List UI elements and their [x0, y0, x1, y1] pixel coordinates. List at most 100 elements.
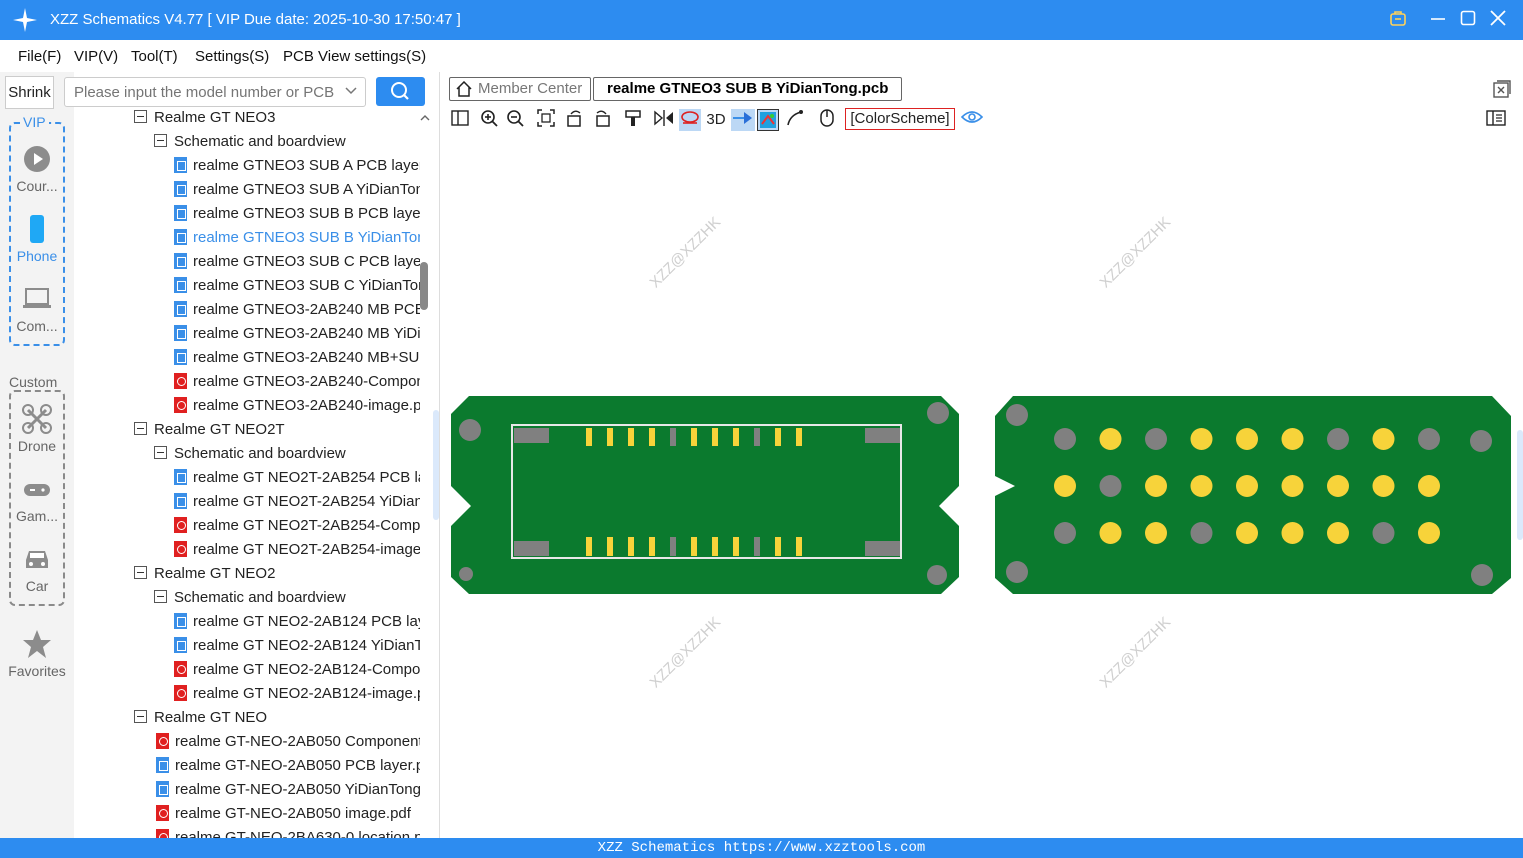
close-button[interactable] [1487, 9, 1509, 31]
connector-pin[interactable] [775, 537, 781, 556]
tree-file-item[interactable]: realme GTNEO3 SUB A PCB layer.pcb [174, 154, 420, 178]
tree-file-item[interactable]: realme GTNEO3-2AB240-Component.pdf [174, 370, 420, 394]
connector-anchor-pad[interactable] [865, 428, 900, 443]
collapse-toggle-icon[interactable] [134, 110, 147, 123]
test-pad[interactable] [1054, 522, 1076, 544]
tree-file-item[interactable]: realme GT NEO2T-2AB254-image.pdf [174, 538, 420, 562]
zoom-in-icon[interactable] [478, 109, 500, 131]
test-pad[interactable] [1099, 522, 1122, 544]
side-panel-toggle-icon[interactable] [1485, 109, 1507, 131]
connector-anchor-pad[interactable] [865, 541, 900, 556]
tree-file-item[interactable]: realme GTNEO3 SUB B PCB layer.pcb [174, 202, 420, 226]
tree-file-item[interactable]: realme GTNEO3 SUB A YiDianTong.pcb [174, 178, 420, 202]
test-pad[interactable] [1372, 522, 1395, 544]
tree-folder[interactable]: Schematic and boardview [154, 442, 420, 466]
net-highlight-icon[interactable] [679, 109, 701, 131]
collapse-toggle-icon[interactable] [154, 134, 167, 147]
tree-file-item[interactable]: realme GT-NEO-2AB050 YiDianTong.pcb [156, 778, 420, 802]
connector-pin[interactable] [607, 537, 613, 556]
rail-item-phone[interactable]: Phone [0, 214, 74, 264]
connector-pin[interactable] [586, 537, 592, 556]
collapse-toggle-icon[interactable] [134, 566, 147, 579]
maximize-button[interactable] [1457, 9, 1479, 31]
menu-vip[interactable]: VIP(V) [74, 48, 118, 65]
connector-pin[interactable] [712, 428, 718, 446]
rail-item-courses[interactable]: Cour... [0, 144, 74, 194]
test-pad[interactable] [1372, 428, 1395, 450]
test-pad[interactable] [1190, 522, 1213, 544]
connector-pin[interactable] [796, 537, 802, 556]
chevron-down-icon[interactable] [345, 84, 357, 99]
connector-pin[interactable] [712, 537, 718, 556]
paint-brush-icon[interactable] [622, 109, 644, 131]
tab-active-file[interactable]: realme GTNEO3 SUB B YiDianTong.pcb [593, 77, 903, 101]
scroll-up-arrow-icon[interactable] [420, 114, 430, 125]
tree-scrollbar-thumb[interactable] [420, 262, 428, 310]
color-scheme-button[interactable]: [ColorScheme] [845, 108, 955, 130]
connector-pin[interactable] [607, 428, 613, 446]
connector-pin[interactable] [649, 537, 655, 556]
connector-pin[interactable] [733, 537, 739, 556]
tree-file-item[interactable]: realme GTNEO3-2AB240-image.pdf [174, 394, 420, 418]
menu-settings[interactable]: Settings(S) [195, 48, 269, 65]
test-pad[interactable] [1054, 428, 1076, 450]
collapse-toggle-icon[interactable] [134, 710, 147, 723]
test-pad[interactable] [1190, 428, 1213, 450]
test-pad[interactable] [1236, 522, 1258, 544]
test-pad[interactable] [1236, 428, 1258, 450]
search-input[interactable] [65, 78, 335, 106]
shrink-button[interactable]: Shrink [5, 76, 54, 109]
tree-file-item[interactable]: realme GTNEO3-2AB240 MB YiDianTong.pcb [174, 322, 420, 346]
tree-file-item[interactable]: realme GTNEO3 SUB C YiDianTong.pcb [174, 274, 420, 298]
test-pad[interactable] [1236, 475, 1258, 497]
tree-folder[interactable]: Schematic and boardview [154, 586, 420, 610]
minimize-button[interactable] [1427, 9, 1449, 31]
test-pad[interactable] [1327, 475, 1349, 497]
connector-anchor-pad[interactable] [514, 541, 549, 556]
pin-mode-icon[interactable] [731, 109, 755, 131]
search-box[interactable] [64, 77, 366, 107]
rail-item-drone[interactable]: Drone [0, 404, 74, 454]
tree-folder[interactable]: Realme GT NEO3 [134, 106, 420, 130]
test-pad[interactable] [1099, 475, 1122, 497]
rotate-right-icon[interactable] [591, 109, 613, 131]
tree-file-item[interactable]: realme GT-NEO-2AB050 PCB layer.pcb [156, 754, 420, 778]
test-pad[interactable] [1281, 475, 1304, 497]
rail-item-game[interactable]: Gam... [0, 474, 74, 524]
test-pad[interactable] [1190, 475, 1213, 497]
test-pad[interactable] [1372, 475, 1395, 497]
rail-item-computer[interactable]: Com... [0, 284, 74, 334]
trace-tool-icon[interactable] [784, 109, 806, 131]
tab-member-center[interactable]: Member Center [449, 77, 592, 101]
toggle-panel-icon[interactable] [449, 109, 471, 131]
connector-pin[interactable] [586, 428, 592, 446]
layer-view-icon[interactable] [757, 109, 779, 131]
mirror-icon[interactable] [653, 109, 675, 131]
test-pad[interactable] [1418, 475, 1440, 497]
test-pad[interactable] [1054, 475, 1076, 497]
sub-board-right[interactable] [995, 396, 1511, 594]
test-pad[interactable] [1099, 428, 1122, 450]
connector-pin[interactable] [649, 428, 655, 446]
connector-pin[interactable] [670, 537, 676, 556]
collapse-toggle-icon[interactable] [134, 422, 147, 435]
test-pad[interactable] [1327, 522, 1349, 544]
tree-file-item[interactable]: realme GT-NEO-2AB050 Component.pdf [156, 730, 420, 754]
connector-pin[interactable] [628, 428, 634, 446]
tree-folder[interactable]: Schematic and boardview [154, 130, 420, 154]
test-pad[interactable] [1281, 428, 1304, 450]
left-splitter-handle[interactable] [433, 410, 439, 520]
rail-item-favorites[interactable]: Favorites [0, 629, 74, 679]
fit-view-icon[interactable] [535, 109, 557, 131]
connector-pin[interactable] [691, 428, 697, 446]
tree-file-item[interactable]: realme GT NEO2-2AB124 PCB layer.pcb [174, 610, 420, 634]
eye-icon[interactable] [960, 109, 984, 131]
collapse-toggle-icon[interactable] [154, 446, 167, 459]
test-pad[interactable] [1418, 428, 1440, 450]
tree-file-item[interactable]: realme GTNEO3 SUB B YiDianTong.pcb [174, 226, 420, 250]
tree-file-item[interactable]: realme GT NEO2T-2AB254 PCB layer.pcb [174, 466, 420, 490]
sub-board-left[interactable] [451, 396, 959, 594]
test-pad[interactable] [1145, 522, 1167, 544]
tree-file-item[interactable]: realme GT NEO2T-2AB254 YiDianTong.pcb [174, 490, 420, 514]
menu-file[interactable]: File(F) [18, 48, 61, 65]
